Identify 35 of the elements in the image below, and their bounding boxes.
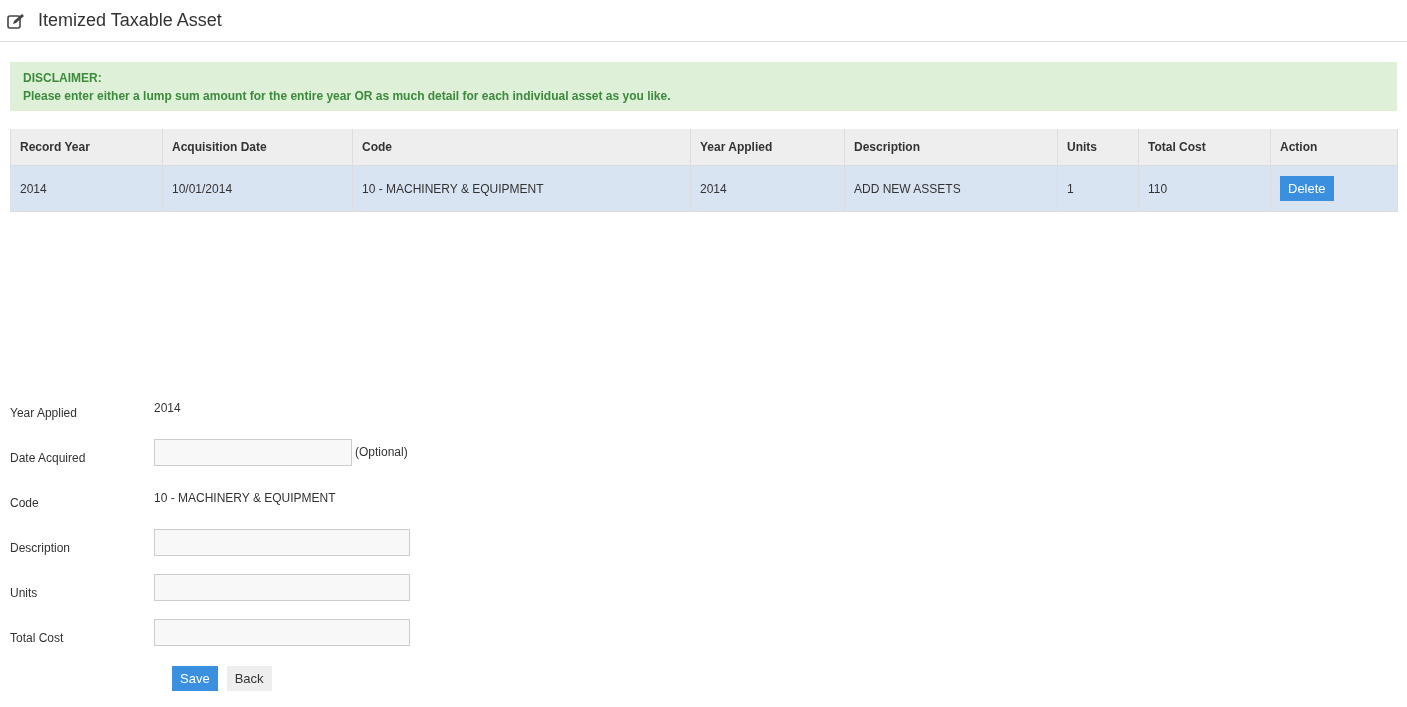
back-button[interactable]: Back [226,666,272,691]
input-field[interactable] [154,574,410,601]
field-label: Code [10,495,40,510]
table-cell: 10 - MACHINERY & EQUIPMENT [352,165,691,212]
input-field[interactable] [154,439,352,466]
column-header: Action [1270,129,1398,166]
field-label: Units [10,585,39,600]
column-header: Acquisition Date [162,129,353,166]
optional-note: (Optional) [355,445,408,459]
disclaimer-text: Please enter either a lump sum amount for the entire year OR as much detail for each individual asset as you like. [23,88,672,105]
field-label: Total Cost [10,630,65,645]
column-header: Units [1057,129,1139,166]
column-header: Code [352,129,691,166]
table-cell: 2014 [690,165,845,212]
field-label: Date Acquired [10,450,87,465]
save-button[interactable]: Save [172,666,218,691]
table-cell: 110 [1138,165,1271,212]
column-header: Year Applied [690,129,845,166]
table-cell: 10/01/2014 [162,165,353,212]
field-value: 2014 [154,400,181,415]
field-label: Year Applied [10,405,78,420]
input-field[interactable] [154,529,410,556]
page-title: Itemized Taxable Asset [38,10,222,31]
input-field[interactable] [154,619,410,646]
field-label: Description [10,540,72,555]
table-cell: 1 [1057,165,1139,212]
column-header: Total Cost [1138,129,1271,166]
column-header: Description [844,129,1058,166]
edit-icon [7,12,25,29]
disclaimer-heading: DISCLAIMER: [23,70,103,87]
delete-button[interactable]: Delete [1280,176,1334,201]
table-cell: ADD NEW ASSETS [844,165,1058,212]
field-value: 10 - MACHINERY & EQUIPMENT [154,490,336,505]
column-header: Record Year [10,129,163,166]
table-cell: 2014 [10,165,163,212]
